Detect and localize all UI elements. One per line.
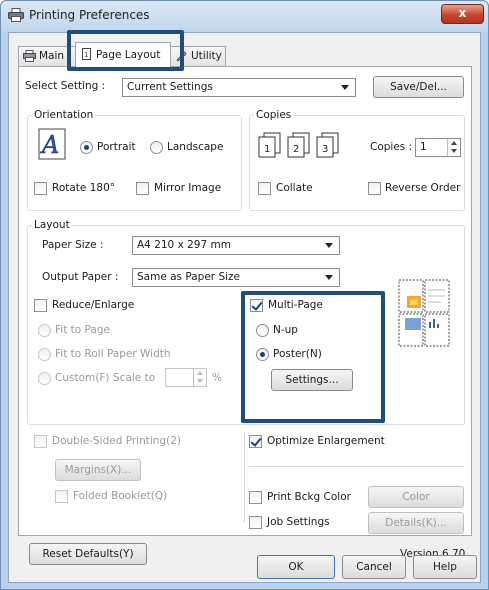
job-settings-label: Job Settings: [267, 516, 330, 528]
paper-size-label: Paper Size :: [42, 239, 104, 251]
poster-radio[interactable]: [256, 348, 269, 361]
folded-booklet-label: Folded Booklet(Q): [73, 490, 168, 502]
window-title: Printing Preferences: [29, 8, 150, 22]
reset-defaults-button[interactable]: Reset Defaults(Y): [29, 543, 147, 565]
margins-button[interactable]: Margins(X)...: [55, 459, 141, 481]
tab-main-label: Main: [39, 50, 65, 62]
custom-label: Custom(F): [55, 372, 110, 384]
fit-to-page-radio[interactable]: [38, 324, 51, 337]
custom-radio[interactable]: [38, 372, 51, 385]
ok-button[interactable]: OK: [257, 555, 335, 579]
tab-utility-label: Utility: [191, 50, 222, 62]
poster-label: Poster(N): [273, 348, 322, 360]
spinner-arrows-icon[interactable]: [193, 369, 206, 386]
svg-text:1: 1: [264, 144, 270, 155]
paper-size-value: A4 210 x 297 mm: [137, 239, 231, 251]
fit-to-roll-radio[interactable]: [38, 348, 51, 361]
chevron-down-icon: [341, 85, 349, 90]
select-setting-label: Select Setting :: [25, 80, 106, 92]
spinner-arrows-icon[interactable]: [447, 139, 460, 156]
tab-utility[interactable]: Utility: [170, 46, 226, 66]
layout-title: Layout: [32, 219, 72, 231]
dialog-client: Main 1 Page Layout Utility Select Settin…: [8, 30, 481, 583]
percent-label: %: [212, 372, 222, 384]
cancel-button[interactable]: Cancel: [342, 555, 406, 579]
title-bar: Printing Preferences x: [1, 1, 488, 31]
utility-icon: [176, 51, 187, 62]
printing-preferences-window: Printing Preferences x Main 1 Page Layou…: [0, 0, 489, 590]
multi-page-checkbox[interactable]: [250, 299, 263, 312]
scale-spinner[interactable]: [165, 368, 207, 387]
settings-button[interactable]: Settings...: [271, 369, 353, 391]
collate-checkbox[interactable]: [258, 182, 271, 195]
select-setting-dropdown[interactable]: Current Settings: [122, 78, 356, 97]
tab-page-layout-label: Page Layout: [96, 49, 161, 61]
print-bckg-color-label: Print Bckg Color: [267, 491, 351, 503]
select-setting-value: Current Settings: [127, 81, 213, 93]
copies-label: Copies :: [370, 141, 413, 153]
svg-text:A: A: [40, 131, 59, 159]
color-settings-button[interactable]: Color Settings(H)...: [368, 486, 464, 523]
reverse-order-checkbox[interactable]: [368, 182, 381, 195]
double-sided-checkbox[interactable]: [34, 435, 47, 448]
orientation-title: Orientation: [32, 109, 96, 121]
printer-icon: [8, 8, 24, 22]
copies-group: Copies 1 2 3 Copies : 1 Collate Reverse …: [249, 109, 465, 211]
optimize-enlargement-label: Optimize Enlargement: [267, 435, 385, 447]
tab-page-layout[interactable]: 1 Page Layout: [75, 42, 171, 67]
mirror-image-checkbox[interactable]: [136, 182, 149, 195]
svg-text:3: 3: [322, 144, 328, 155]
reverse-order-label: Reverse Order: [385, 182, 461, 194]
n-up-radio[interactable]: [256, 324, 269, 337]
rotate-180-checkbox[interactable]: [34, 182, 47, 195]
optimize-enlargement-checkbox[interactable]: [249, 435, 262, 448]
poster-preview-icon: [398, 279, 450, 347]
multi-page-label: Multi-Page: [268, 299, 323, 311]
horizontal-divider: [249, 466, 464, 467]
layout-group: Layout Paper Size : A4 210 x 297 mm Outp…: [27, 219, 465, 425]
copies-spinner[interactable]: 1: [415, 138, 461, 157]
reduce-enlarge-checkbox[interactable]: [34, 299, 47, 312]
page-layout-icon: 1: [82, 48, 91, 60]
fit-to-page-label: Fit to Page: [55, 324, 110, 336]
svg-text:2: 2: [293, 144, 299, 155]
reduce-enlarge-label: Reduce/Enlarge: [52, 299, 135, 311]
fit-to-roll-label: Fit to Roll Paper Width: [55, 348, 171, 360]
tab-main[interactable]: Main: [18, 46, 76, 66]
collate-label: Collate: [276, 182, 313, 194]
details-button[interactable]: Details(K)...: [368, 512, 464, 534]
scale-to-label: Scale to: [113, 372, 156, 384]
vertical-divider: [244, 433, 245, 523]
chevron-down-icon: [325, 275, 333, 280]
svg-text:1: 1: [84, 51, 88, 59]
close-icon: x: [458, 6, 467, 20]
help-button[interactable]: Help: [413, 555, 477, 579]
paper-size-dropdown[interactable]: A4 210 x 297 mm: [132, 236, 340, 255]
mirror-image-label: Mirror Image: [154, 182, 222, 194]
landscape-radio[interactable]: [150, 141, 163, 154]
folded-booklet-checkbox[interactable]: [55, 490, 68, 503]
output-paper-value: Same as Paper Size: [137, 271, 240, 283]
output-paper-label: Output Paper :: [42, 271, 119, 283]
copies-value: 1: [420, 141, 427, 153]
landscape-label: Landscape: [167, 141, 224, 153]
save-del-button[interactable]: Save/Del...: [373, 76, 464, 98]
portrait-label: Portrait: [97, 141, 136, 153]
portrait-letter-icon: A: [38, 128, 66, 160]
orientation-group: Orientation A Portrait Landscape Rotate …: [27, 109, 242, 211]
copies-title: Copies: [254, 109, 294, 121]
print-bckg-color-checkbox[interactable]: [249, 491, 262, 504]
rotate-180-label: Rotate 180°: [52, 182, 116, 194]
chevron-down-icon: [325, 243, 333, 248]
close-button[interactable]: x: [441, 4, 484, 24]
page-layout-panel: Select Setting : Current Settings Save/D…: [18, 66, 472, 565]
portrait-radio[interactable]: [80, 141, 93, 154]
job-settings-checkbox[interactable]: [249, 516, 262, 529]
n-up-label: N-up: [273, 324, 298, 336]
collate-pages-icon: 1 2 3: [258, 132, 339, 158]
output-paper-dropdown[interactable]: Same as Paper Size: [132, 268, 340, 287]
double-sided-label: Double-Sided Printing(2): [52, 435, 181, 447]
printer-tab-icon: [23, 50, 36, 62]
